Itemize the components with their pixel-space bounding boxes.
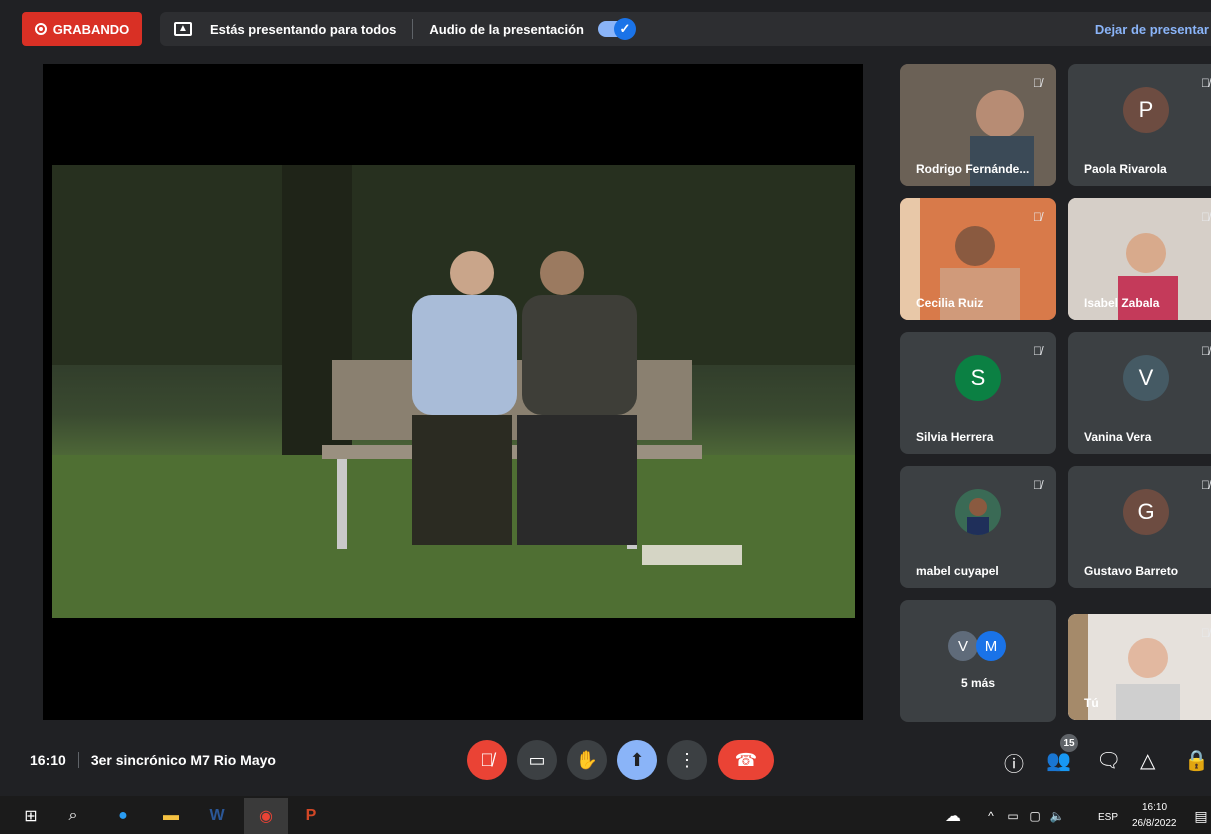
network-icon[interactable]: ▭ [1002,805,1024,827]
word-icon[interactable]: W [206,805,228,827]
mic-off-icon: 🎙̸ [1033,76,1042,90]
windows-start-icon[interactable]: ⊞ [20,805,42,827]
profile-photo [955,489,1001,535]
participant-tile[interactable]: 🎙̸ V Vanina Vera [1068,332,1211,454]
more-participants-label: 5 más [960,676,996,690]
lock-icon[interactable]: 🔒 [1184,748,1209,773]
raise-hand-icon: ✋ [575,749,599,770]
clock-date[interactable]: 26/8/2022 [1132,818,1177,829]
avatar: P [1123,87,1169,133]
participant-name: Rodrigo Fernánde... [916,162,1030,176]
powerpoint-icon[interactable]: P [300,805,322,827]
presenting-text: Estás presentando para todos [210,21,397,37]
mic-off-icon: 🎙̸ [1201,478,1210,492]
camera-icon: ▭ [528,749,546,770]
mic-off-icon: 🎙̸ [1201,626,1210,640]
display-icon[interactable]: ▢ [1024,805,1046,827]
present-screen-icon: ⬆ [629,749,645,770]
meeting-info: 16:10 3er sincrónico M7 Rio Mayo [30,752,276,768]
edge-icon[interactable]: ● [112,805,134,827]
more-participants-tile[interactable]: V M 5 más [900,600,1056,722]
participants-count-badge: 15 [1060,734,1078,752]
record-icon [34,23,47,35]
mic-off-icon: 🎙̸ [480,749,494,770]
file-explorer-icon[interactable]: ▬ [160,805,182,827]
mic-toggle-button[interactable]: 🎙̸ [467,740,507,780]
participant-name: Vanina Vera [1084,430,1152,444]
participant-tile[interactable]: 🎙̸ S Silvia Herrera [900,332,1056,454]
mic-off-icon: 🎙̸ [1201,344,1210,358]
volume-icon[interactable]: 🔈 [1046,805,1068,827]
mic-off-icon: 🎙̸ [1201,76,1210,90]
participant-name: Silvia Herrera [916,430,994,444]
hang-up-icon: ☎ [734,749,758,770]
clock-time[interactable]: 16:10 [1142,802,1167,813]
search-icon[interactable]: ⌕ [62,805,84,827]
participant-tile[interactable]: 🎙̸ G Gustavo Barreto [1068,466,1211,588]
language-indicator[interactable]: ESP [1098,812,1118,823]
participant-tile[interactable]: 🎙̸ Isabel Zabala [1068,198,1211,320]
avatar: V [1123,355,1169,401]
chat-icon[interactable]: 🗨 [1096,748,1121,773]
present-screen-icon: ▲ [174,22,192,36]
check-icon: ✓ [613,18,636,40]
avatar: M [976,631,1006,661]
divider [77,752,79,768]
notifications-icon[interactable]: ▤ [1190,805,1211,827]
participant-name: Cecilia Ruiz [916,296,984,310]
participant-tile[interactable]: 🎙̸ Tú [1068,614,1211,720]
presentation-bar: ▲ Estás presentando para todos Audio de … [160,12,1211,46]
hang-up-button[interactable]: ☎ [718,740,774,780]
stop-presenting-button[interactable]: Dejar de presentar [1095,22,1209,37]
participant-name: Gustavo Barreto [1084,564,1179,578]
participant-name: mabel cuyapel [916,564,999,578]
audio-toggle[interactable]: ✓ [597,18,636,40]
chrome-icon[interactable]: ◉ [244,798,288,834]
shared-video [52,165,855,618]
raise-hand-button[interactable]: ✋ [567,740,607,780]
meeting-title: 3er sincrónico M7 Rio Mayo [90,752,276,768]
meeting-time: 16:10 [30,752,66,768]
participant-name: Isabel Zabala [1084,296,1160,310]
mic-off-icon: 🎙̸ [1033,210,1042,224]
present-button[interactable]: ⬆ [617,740,657,780]
recording-indicator[interactable]: GRABANDO [22,12,142,46]
mic-off-icon: 🎙̸ [1033,344,1042,358]
camera-toggle-button[interactable]: ▭ [517,740,557,780]
participant-tile[interactable]: 🎙̸ P Paola Rivarola [1068,64,1211,186]
avatar: V [948,631,978,661]
participant-name: Paola Rivarola [1084,162,1167,176]
participant-tile[interactable]: 🎙̸ Cecilia Ruiz [900,198,1056,320]
recording-label: GRABANDO [52,21,130,37]
participant-tile[interactable]: 🎙̸ Rodrigo Fernánde... [900,64,1056,186]
more-options-button[interactable]: ⋮ [667,740,707,780]
divider [412,19,414,39]
mic-off-icon: 🎙̸ [1201,210,1210,224]
cloud-icon[interactable]: ☁ [942,805,964,827]
avatar: G [1123,489,1169,535]
chevron-up-icon[interactable]: ^ [980,805,1002,827]
participant-name: Tú [1084,696,1099,710]
audio-label: Audio de la presentación [429,21,584,37]
mic-off-icon: 🎙̸ [1033,478,1042,492]
participant-tile[interactable]: 🎙̸ mabel cuyapel [900,466,1056,588]
info-icon[interactable]: ⓘ [1004,748,1024,777]
activities-icon[interactable]: △ [1140,748,1155,773]
avatar: S [955,355,1001,401]
more-vert-icon: ⋮ [678,749,696,770]
